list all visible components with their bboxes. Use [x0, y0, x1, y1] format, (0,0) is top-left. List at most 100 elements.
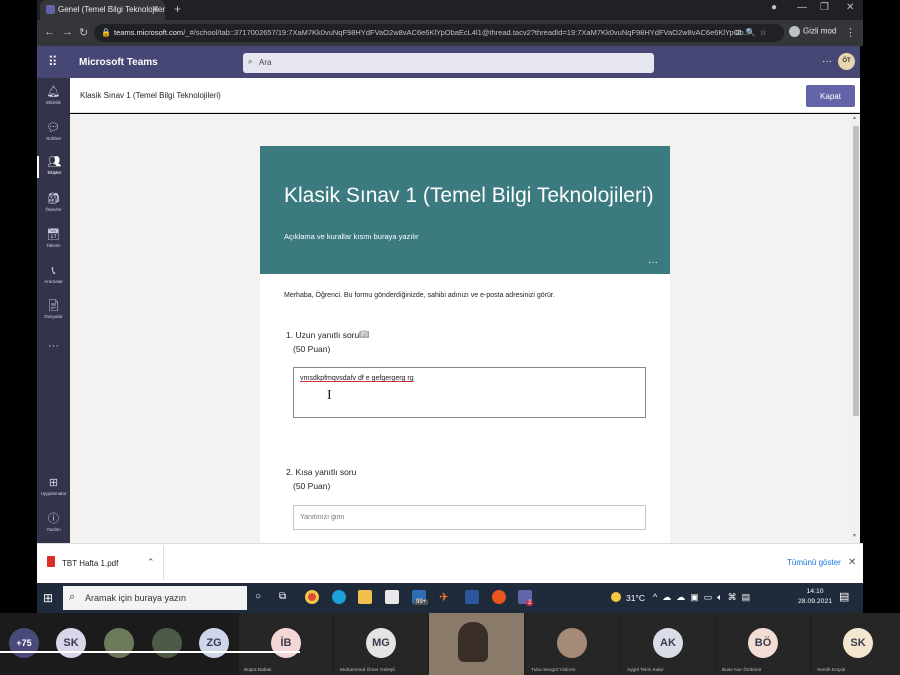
participant-name: Büşra Babak — [244, 668, 272, 673]
incognito-indicator[interactable]: Gizli mod — [789, 26, 836, 37]
rail-item-calendar[interactable]: 📅︎ Takvim — [37, 229, 70, 248]
word-icon[interactable] — [465, 590, 479, 604]
rail-item-chat[interactable]: 💬︎ Sohbet — [37, 122, 70, 141]
participant-name: Semih Küçük — [817, 668, 846, 673]
rail-more-icon[interactable]: ··· — [37, 340, 70, 352]
browser-menu-icon[interactable]: ⋮ — [845, 26, 856, 39]
teams-more-icon[interactable]: ··· — [822, 56, 832, 67]
rail-item-calls[interactable]: 📞︎ Aramalar — [37, 265, 70, 284]
forward-icon[interactable]: → — [62, 26, 73, 38]
form-title: Klasik Sınav 1 (Temel Bilgi Teknolojiler… — [284, 184, 654, 207]
rail-item-teams[interactable]: 👥︎ Ekipler — [37, 156, 70, 178]
close-button[interactable]: Kapat — [806, 85, 855, 107]
new-tab-button[interactable]: + — [174, 2, 181, 16]
chat-icon: 💬︎ — [46, 122, 61, 134]
participant-avatar: AK — [653, 628, 683, 658]
calendar-icon: 📅︎ — [46, 229, 61, 241]
store-icon[interactable] — [385, 590, 399, 604]
close-tab-icon[interactable]: ✕ — [151, 4, 159, 15]
browser-tab[interactable]: Genel (Temel Bilgi Teknolojileri) | M ✕ — [40, 0, 165, 20]
system-tray-icons[interactable]: ^☁☁▣▭🔈︎⌘▤ — [653, 592, 755, 603]
weather-temp[interactable]: 31°C — [626, 593, 645, 603]
search-input[interactable]: ⌕ Ara — [243, 53, 654, 73]
form-description: Açıklama ve kurallar kısmı buraya yazılı… — [284, 232, 419, 241]
rail-item-assignments[interactable]: 🎒︎ Ödevler — [37, 193, 70, 212]
avatar[interactable]: ÖT — [838, 53, 855, 70]
form-more-icon[interactable]: ··· — [648, 257, 658, 268]
show-all-button[interactable]: Tümünü göster — [787, 558, 841, 567]
search-icon: ⌕ — [69, 591, 76, 603]
app-icon-arrow[interactable]: ✈ — [439, 590, 453, 604]
close-download-bar-icon[interactable]: ✕ — [848, 557, 856, 568]
participant-photo — [557, 628, 587, 658]
chrome-icon[interactable] — [305, 590, 319, 604]
participant-avatar[interactable]: SK — [56, 628, 86, 658]
edge-icon[interactable] — [332, 590, 346, 604]
cortana-icon[interactable]: ○ — [255, 591, 261, 602]
rail-item-activity[interactable]: 🔔︎ Etkinlik — [37, 86, 70, 105]
restore-icon[interactable]: ❐ — [820, 2, 829, 13]
page-title: Klasik Sınav 1 (Temel Bilgi Teknolojiler… — [80, 91, 221, 100]
download-file-name[interactable]: TBT Hafta 1.pdf — [62, 559, 118, 568]
search-icon: ⌕ — [248, 57, 253, 66]
windows-start-icon[interactable]: ⊞ — [43, 591, 53, 605]
download-divider — [163, 546, 164, 580]
rail-item-apps[interactable]: ⊞ Uygulamalar — [37, 477, 70, 496]
participant-overflow[interactable]: +75 — [9, 628, 39, 658]
question-1-points: (50 Puan) — [293, 344, 331, 354]
task-view-icon[interactable]: ⧉ — [279, 591, 286, 602]
scroll-down-icon[interactable]: ▼ — [852, 533, 857, 539]
lock-icon: 🔒 — [101, 28, 111, 37]
clock-date: 28.09.2021 — [798, 598, 833, 605]
participant-avatar[interactable]: ZG — [199, 628, 229, 658]
bell-icon: 🔔︎ — [46, 86, 61, 98]
close-window-icon[interactable]: ✕ — [846, 2, 854, 13]
question-2-answer-input[interactable] — [293, 505, 646, 530]
assignments-icon: 🎒︎ — [46, 193, 61, 205]
url-host: teams.microsoft.com — [114, 28, 184, 37]
participant-avatar: İB — [271, 628, 301, 658]
incognito-label: Gizli mod — [803, 26, 837, 36]
teams-favicon-icon — [46, 5, 55, 14]
weather-icon — [611, 592, 621, 602]
files-icon: 📄︎ — [46, 300, 61, 312]
participant-photo[interactable] — [152, 628, 182, 658]
participant-name: Tuba Sevgül Yıldırım — [531, 668, 576, 673]
participant-name: Aygül Tekin Kakır — [627, 668, 664, 673]
phone-icon: 📞︎ — [51, 265, 56, 277]
chevron-up-icon[interactable]: ⌃ — [147, 557, 155, 568]
minimize-icon[interactable]: — — [797, 2, 807, 13]
firefox-icon[interactable] — [492, 590, 506, 604]
taskbar-search-input[interactable]: ⌕ Aramak için buraya yazın — [63, 586, 247, 610]
scroll-up-icon[interactable]: ▲ — [852, 115, 857, 121]
immersive-reader-icon[interactable]: 📖︎ — [359, 330, 369, 339]
teams-title: Microsoft Teams — [79, 57, 158, 68]
teams-icon: 👥︎ — [47, 156, 62, 168]
scrollbar-thumb[interactable] — [853, 126, 859, 416]
help-icon: ⓘ — [48, 513, 59, 525]
rail-item-help[interactable]: ⓘ Yardım — [37, 513, 70, 532]
file-explorer-icon[interactable] — [358, 590, 372, 604]
question-1-title: 1. Uzun yanıtlı soru — [286, 330, 360, 340]
omnibox-icons[interactable]: ⊘🔍☆ — [735, 28, 771, 37]
text-cursor-icon: I — [327, 388, 332, 403]
url-input[interactable]: 🔒 teams.microsoft.com/_#/school/tab::371… — [94, 24, 784, 42]
notification-icon[interactable]: ▤ — [839, 590, 849, 603]
url-path: /_#/school/tab::3717002657/19:7XaM7Kk0vu… — [183, 28, 750, 37]
download-bar — [37, 543, 863, 583]
reload-icon[interactable]: ↻ — [79, 26, 88, 39]
participant-face — [458, 622, 488, 662]
incognito-icon — [789, 26, 800, 37]
participant-photo[interactable] — [104, 628, 134, 658]
profile-download-icon[interactable]: ● — [771, 2, 777, 13]
question-1-answer-text: vmsdkpfmqvsdafv df e gefgergerg rg — [300, 375, 414, 382]
participant-avatar: MG — [366, 628, 396, 658]
clock-time: 14:10 — [806, 588, 824, 595]
taskbar-clock[interactable]: 14:10 28.09.2021 — [798, 587, 832, 607]
form-greeting: Merhaba, Öğrenci. Bu formu gönderdiğiniz… — [284, 292, 555, 299]
question-1-answer-field[interactable]: vmsdkpfmqvsdafv df e gefgergerg rg — [293, 367, 646, 418]
search-placeholder: Ara — [259, 58, 272, 67]
rail-item-files[interactable]: 📄︎ Dosyalar — [37, 300, 70, 319]
app-launcher-icon[interactable]: ⠿ — [48, 54, 58, 70]
back-icon[interactable]: ← — [44, 26, 55, 38]
